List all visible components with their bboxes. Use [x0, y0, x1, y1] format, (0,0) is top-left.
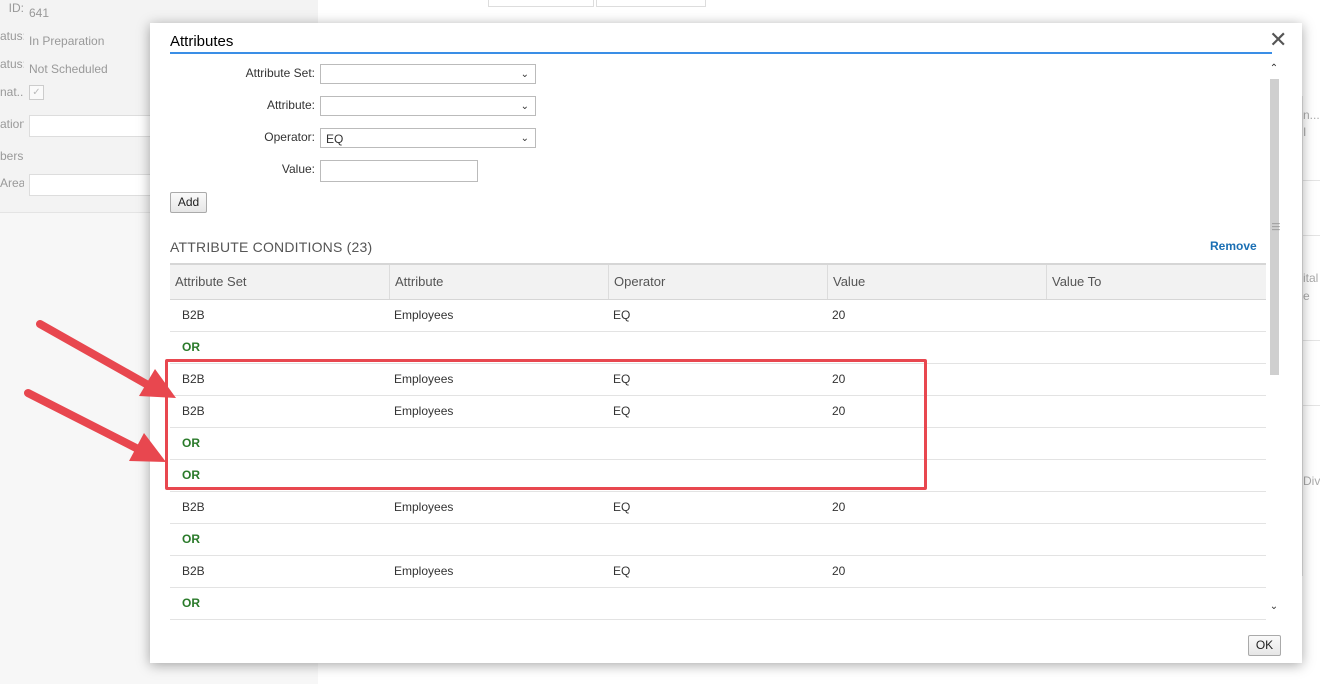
arrow-icon [36, 320, 176, 398]
annotation-arrows [24, 320, 176, 462]
arrow-icon [24, 389, 166, 462]
